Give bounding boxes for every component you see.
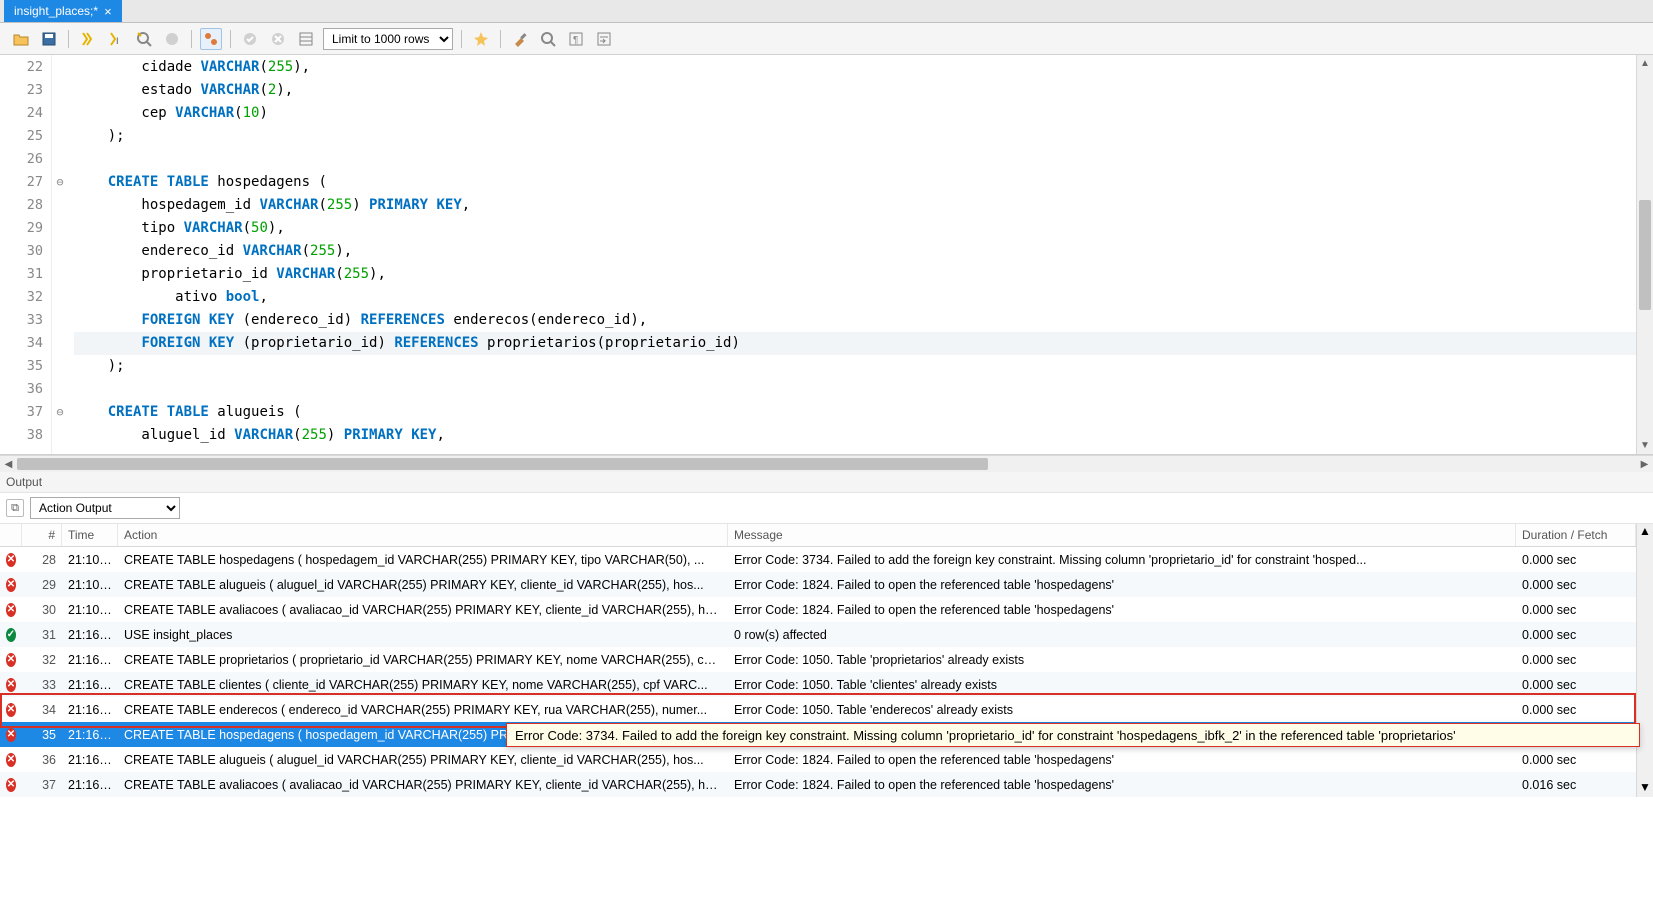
code-area[interactable]: cidade VARCHAR(255), estado VARCHAR(2), … — [68, 55, 1636, 454]
output-vertical-scrollbar[interactable]: ▲ ▼ — [1636, 524, 1653, 797]
tab-active[interactable]: insight_places;* × — [4, 0, 122, 22]
separator — [461, 30, 462, 48]
output-row[interactable]: ✕2821:10:09CREATE TABLE hospedagens ( ho… — [0, 547, 1636, 572]
scroll-left-icon[interactable]: ◀ — [0, 459, 17, 470]
scroll-track[interactable] — [1637, 72, 1653, 437]
code-editor[interactable]: 2223242526272829303132333435363738 ⊖⊖ ci… — [0, 55, 1653, 455]
col-header-duration[interactable]: Duration / Fetch — [1516, 524, 1636, 546]
col-header-num[interactable]: # — [22, 524, 62, 546]
output-row[interactable]: ✕3421:16:55CREATE TABLE enderecos ( ende… — [0, 697, 1636, 722]
save-icon[interactable] — [38, 28, 60, 50]
explain-icon[interactable] — [133, 28, 155, 50]
error-icon: ✕ — [6, 578, 16, 592]
svg-text:I: I — [116, 36, 119, 46]
error-icon: ✕ — [6, 703, 16, 717]
find-icon[interactable] — [537, 28, 559, 50]
tab-bar: insight_places;* × — [0, 0, 1653, 23]
svg-text:¶: ¶ — [573, 35, 578, 46]
output-controls: ⧉ Action Output — [0, 493, 1653, 524]
error-icon: ✕ — [6, 678, 16, 692]
col-header-action[interactable]: Action — [118, 524, 728, 546]
scroll-thumb[interactable] — [17, 458, 988, 470]
scroll-down-icon[interactable]: ▼ — [1639, 780, 1651, 797]
output-grid-rows[interactable]: ✕2821:10:09CREATE TABLE hospedagens ( ho… — [0, 547, 1636, 797]
output-row[interactable]: ✕3021:10:09CREATE TABLE avaliacoes ( ava… — [0, 597, 1636, 622]
separator — [230, 30, 231, 48]
error-icon: ✕ — [6, 553, 16, 567]
output-mode-select[interactable]: Action Output — [30, 497, 180, 519]
output-row[interactable]: ✓3121:16:55USE insight_places0 row(s) af… — [0, 622, 1636, 647]
execute-current-icon[interactable]: I — [105, 28, 127, 50]
toggle-invisible-icon[interactable]: ¶ — [565, 28, 587, 50]
output-panel-header: Output — [0, 472, 1653, 493]
execute-icon[interactable] — [77, 28, 99, 50]
rollback-icon[interactable] — [267, 28, 289, 50]
tab-title: insight_places;* — [14, 4, 98, 18]
error-icon: ✕ — [6, 778, 16, 792]
wrap-icon[interactable] — [593, 28, 615, 50]
output-grid-header: # Time Action Message Duration / Fetch — [0, 524, 1636, 547]
close-icon[interactable]: × — [104, 4, 112, 19]
toggle-autocommit-icon[interactable] — [200, 28, 222, 50]
open-icon[interactable] — [10, 28, 32, 50]
toggle-limit-icon[interactable] — [295, 28, 317, 50]
scroll-thumb[interactable] — [1639, 200, 1651, 310]
limit-select[interactable]: Limit to 1000 rows — [323, 28, 453, 50]
vertical-scrollbar[interactable]: ▲ ▼ — [1636, 55, 1653, 454]
commit-icon[interactable] — [239, 28, 261, 50]
separator — [68, 30, 69, 48]
clean-icon[interactable] — [509, 28, 531, 50]
output-row[interactable]: ✕2921:10:09CREATE TABLE alugueis ( alugu… — [0, 572, 1636, 597]
line-number-gutter: 2223242526272829303132333435363738 — [0, 55, 52, 454]
output-copy-icon[interactable]: ⧉ — [6, 499, 24, 517]
beautify-icon[interactable] — [470, 28, 492, 50]
horizontal-scrollbar[interactable]: ◀ ▶ — [0, 455, 1653, 472]
error-icon: ✕ — [6, 753, 16, 767]
output-row[interactable]: ✕3721:16:55CREATE TABLE avaliacoes ( ava… — [0, 772, 1636, 797]
fold-gutter[interactable]: ⊖⊖ — [52, 55, 68, 454]
separator — [191, 30, 192, 48]
error-icon: ✕ — [6, 653, 16, 667]
col-header-message[interactable]: Message — [728, 524, 1516, 546]
separator — [500, 30, 501, 48]
error-tooltip: Error Code: 3734. Failed to add the fore… — [506, 723, 1640, 747]
error-icon: ✕ — [6, 603, 16, 617]
output-row[interactable]: ✕3321:16:55CREATE TABLE clientes ( clien… — [0, 672, 1636, 697]
toolbar: I Limit to 1000 rows ¶ — [0, 23, 1653, 55]
stop-icon[interactable] — [161, 28, 183, 50]
scroll-up-icon[interactable]: ▲ — [1640, 55, 1650, 72]
col-header-time[interactable]: Time — [62, 524, 118, 546]
scroll-down-icon[interactable]: ▼ — [1640, 437, 1650, 454]
output-row[interactable]: ✕3621:16:55CREATE TABLE alugueis ( alugu… — [0, 747, 1636, 772]
success-icon: ✓ — [6, 628, 16, 642]
scroll-right-icon[interactable]: ▶ — [1636, 459, 1653, 470]
output-row[interactable]: ✕3221:16:55CREATE TABLE proprietarios ( … — [0, 647, 1636, 672]
scroll-track[interactable] — [17, 456, 1636, 472]
scroll-up-icon[interactable]: ▲ — [1639, 524, 1651, 541]
error-icon: ✕ — [6, 728, 16, 742]
